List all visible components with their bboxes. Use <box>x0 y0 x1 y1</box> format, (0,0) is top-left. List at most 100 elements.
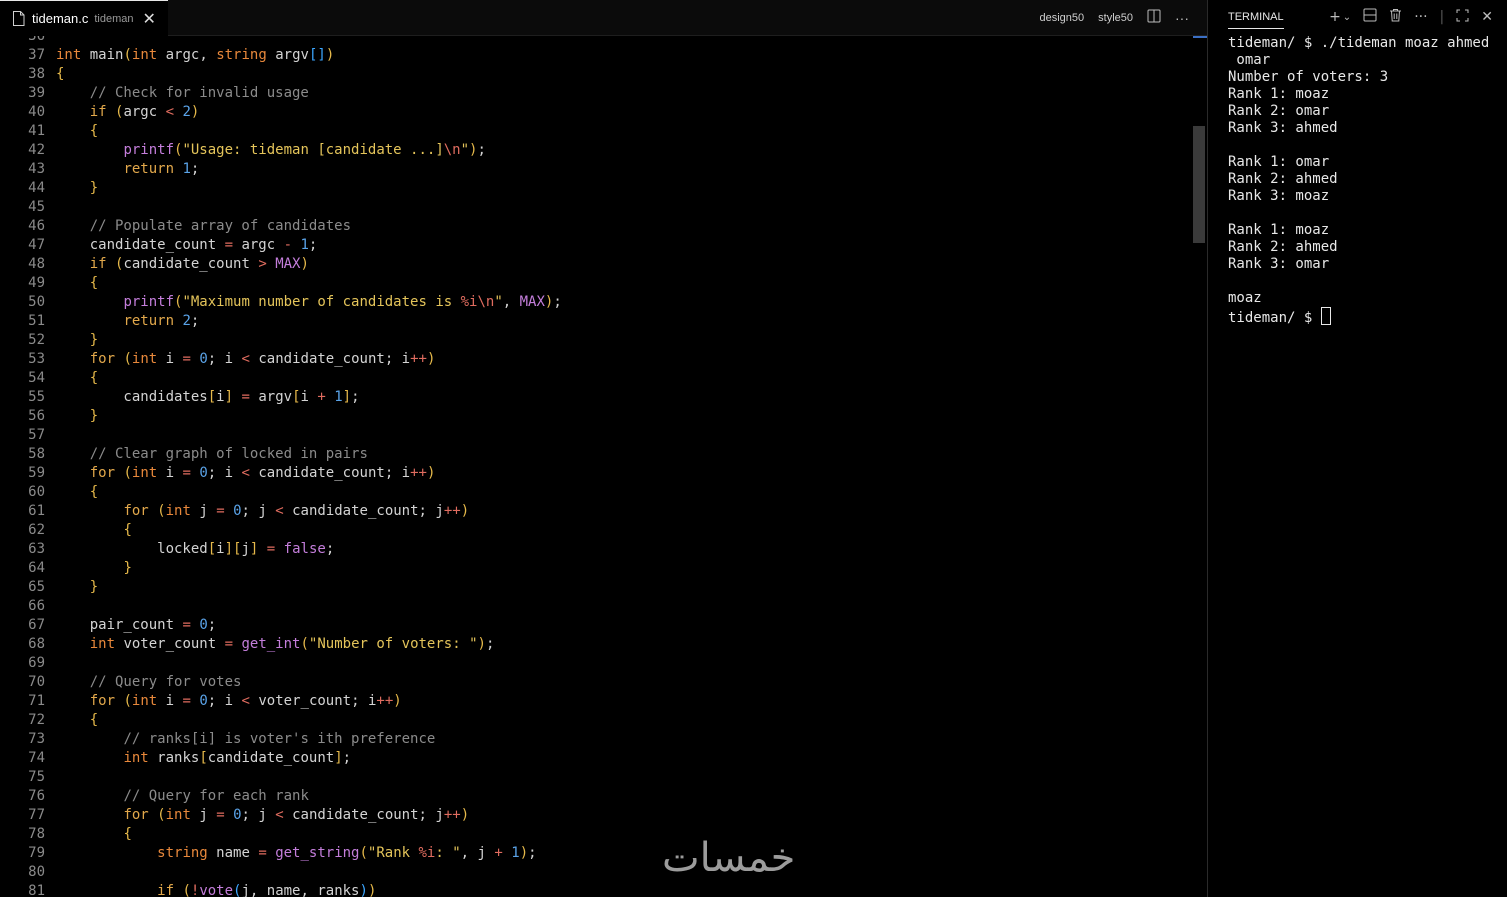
code-line[interactable]: 52 } <box>0 331 1195 350</box>
code-line[interactable]: 37 int main(int argc, string argv[]) <box>0 46 1195 65</box>
code-line[interactable]: 71 for (int i = 0; i < voter_count; i++) <box>0 692 1195 711</box>
editor-scrollbar[interactable] <box>1193 126 1205 243</box>
code-text: { <box>89 123 99 139</box>
design50-button[interactable]: design50 <box>1039 12 1084 24</box>
terminal-panel[interactable]: TERMINAL + ⌄ ··· | ✕ tideman/ $ ./tidema… <box>1208 0 1507 897</box>
terminal-cursor <box>1320 307 1331 325</box>
code-line[interactable]: 81 if (!vote(j, name, ranks)) <box>0 882 1195 897</box>
code-line[interactable]: 45 <box>0 198 1195 217</box>
code-line[interactable]: 69 <box>0 654 1195 673</box>
code-line[interactable]: 78 { <box>0 825 1195 844</box>
chevron-down-icon[interactable]: ⌄ <box>1343 12 1351 23</box>
code-line[interactable]: 51 return 2; <box>0 312 1195 331</box>
code-text: } <box>89 579 99 595</box>
code-line[interactable]: 48 if (candidate_count > MAX) <box>0 255 1195 274</box>
code-area[interactable]: 36 37 int main(int argc, string argv[]) 38 {… <box>0 36 1195 897</box>
code-line[interactable]: 61 for (int j = 0; j < candidate_count; … <box>0 502 1195 521</box>
code-line[interactable]: 39 // Check for invalid usage <box>0 84 1195 103</box>
line-number: 73 <box>28 731 45 747</box>
code-line[interactable]: 60 { <box>0 483 1195 502</box>
code-text: } <box>123 560 132 576</box>
code-line[interactable]: 63 locked[i][j] = false; <box>0 540 1195 559</box>
editor-pane[interactable]: tideman.c tideman ✕ design50 style50 ···… <box>0 0 1207 897</box>
split-editor-icon[interactable] <box>1147 9 1161 26</box>
code-line[interactable]: 46 // Populate array of candidates <box>0 217 1195 236</box>
close-panel-icon[interactable]: ✕ <box>1481 9 1493 25</box>
code-line[interactable]: 40 if (argc < 2) <box>0 103 1195 122</box>
code-line[interactable]: 62 { <box>0 521 1195 540</box>
code-line[interactable]: 49 { <box>0 274 1195 293</box>
code-line[interactable]: 36 <box>0 36 1195 46</box>
terminal-line: Rank 2: omar <box>1228 103 1330 119</box>
line-number: 57 <box>28 427 45 443</box>
code-text: { <box>89 484 99 500</box>
style50-button[interactable]: style50 <box>1098 12 1133 24</box>
line-number: 78 <box>28 826 45 842</box>
code-line[interactable]: 67 pair_count = 0; <box>0 616 1195 635</box>
tab-file-description: tideman <box>94 12 134 25</box>
code-line[interactable]: 80 <box>0 863 1195 882</box>
code-line[interactable]: 68 int voter_count = get_int("Number of … <box>0 635 1195 654</box>
line-number: 77 <box>28 807 45 823</box>
close-icon[interactable]: ✕ <box>143 9 156 29</box>
code-text: return 1; <box>123 161 200 177</box>
more-icon[interactable]: ··· <box>1414 9 1427 25</box>
code-line[interactable]: 55 candidates[i] = argv[i + 1]; <box>0 388 1195 407</box>
terminal-line: Rank 1: moaz <box>1228 222 1330 238</box>
code-line[interactable]: 59 for (int i = 0; i < candidate_count; … <box>0 464 1195 483</box>
line-number: 39 <box>28 85 45 101</box>
code-text: { <box>123 522 132 538</box>
new-terminal-icon[interactable]: + <box>1329 9 1341 25</box>
terminal-tab-title[interactable]: TERMINAL <box>1228 11 1284 29</box>
terminal-output[interactable]: tideman/ $ ./tideman moaz ahmed omar Numb… <box>1228 35 1489 327</box>
code-text: for (int i = 0; i < candidate_count; i++… <box>89 351 436 367</box>
split-terminal-icon[interactable] <box>1363 8 1377 26</box>
code-line[interactable]: 72 { <box>0 711 1195 730</box>
code-text: { <box>89 370 99 386</box>
code-line[interactable]: 73 // ranks[i] is voter's ith preference <box>0 730 1195 749</box>
code-line[interactable]: 42 printf("Usage: tideman [candidate ...… <box>0 141 1195 160</box>
prompt-text: tideman/ $ <box>1228 310 1321 326</box>
code-line[interactable]: 75 <box>0 768 1195 787</box>
maximize-icon[interactable] <box>1456 9 1469 26</box>
code-line[interactable]: 53 for (int i = 0; i < candidate_count; … <box>0 350 1195 369</box>
line-number: 68 <box>28 636 45 652</box>
trash-icon[interactable] <box>1389 8 1402 26</box>
code-line[interactable]: 38 { <box>0 65 1195 84</box>
code-line[interactable]: 65 } <box>0 578 1195 597</box>
terminal-line: omar <box>1228 52 1271 68</box>
code-text: return 2; <box>123 313 200 329</box>
code-line[interactable]: 57 <box>0 426 1195 445</box>
code-line[interactable]: 54 { <box>0 369 1195 388</box>
code-line[interactable]: 41 { <box>0 122 1195 141</box>
code-text: if (!vote(j, name, ranks)) <box>157 883 377 897</box>
code-line[interactable]: 56 } <box>0 407 1195 426</box>
code-line[interactable]: 43 return 1; <box>0 160 1195 179</box>
line-number: 38 <box>28 66 45 82</box>
code-text: locked[i][j] = false; <box>56 541 335 557</box>
line-number: 65 <box>28 579 45 595</box>
line-number: 59 <box>28 465 45 481</box>
code-line[interactable]: 76 // Query for each rank <box>0 787 1195 806</box>
code-line[interactable]: 58 // Clear graph of locked in pairs <box>0 445 1195 464</box>
code-text: string name = get_string("Rank %i: ", j … <box>157 845 537 861</box>
code-text: candidates[i] = argv[i + 1]; <box>56 389 360 405</box>
tab-tideman-c[interactable]: tideman.c tideman ✕ <box>0 0 168 36</box>
line-number: 72 <box>28 712 45 728</box>
terminal-actions: + ⌄ ··· | ✕ <box>1317 8 1493 26</box>
code-line[interactable]: 79 string name = get_string("Rank %i: ",… <box>0 844 1195 863</box>
code-line[interactable]: 47 candidate_count = argc - 1; <box>0 236 1195 255</box>
code-text: // Query for votes <box>89 674 242 690</box>
terminal-prompt[interactable]: tideman/ $ <box>1228 307 1489 327</box>
more-actions-icon[interactable]: ··· <box>1175 10 1189 26</box>
code-line[interactable]: 77 for (int j = 0; j < candidate_count; … <box>0 806 1195 825</box>
scroll-position-marker <box>1193 36 1207 38</box>
code-line[interactable]: 70 // Query for votes <box>0 673 1195 692</box>
code-line[interactable]: 64 } <box>0 559 1195 578</box>
code-line[interactable]: 74 int ranks[candidate_count]; <box>0 749 1195 768</box>
code-line[interactable]: 44 } <box>0 179 1195 198</box>
code-line[interactable]: 50 printf("Maximum number of candidates … <box>0 293 1195 312</box>
code-line[interactable]: 66 <box>0 597 1195 616</box>
